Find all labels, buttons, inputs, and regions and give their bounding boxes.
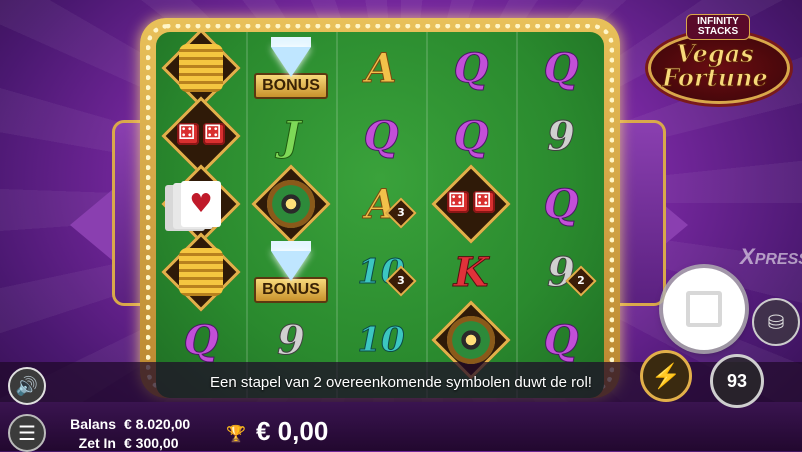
reel-symbol-dice	[156, 96, 246, 176]
logo-title: Vegas Fortune	[662, 39, 769, 92]
reel-symbol-dice	[426, 164, 516, 244]
symbol-letter: 9	[277, 316, 306, 364]
bet-value[interactable]: € 300,00	[124, 435, 179, 451]
dice-icon	[445, 186, 497, 223]
lightning-icon: ⚡	[651, 362, 681, 390]
symbol-letter: Q	[543, 44, 579, 92]
reel-grid: ♥QBONUSJBONUS9AQA310310QQKQ9Q92Q	[156, 32, 604, 398]
symbol-letter: Q	[453, 44, 489, 92]
reel-symbol-j: J	[246, 104, 336, 168]
stack-count: 3	[397, 274, 405, 287]
bonus-symbol: BONUS	[254, 241, 328, 303]
reel-symbol-9: 92	[516, 240, 604, 304]
roulette-wheel-icon	[267, 180, 315, 228]
reel-symbol-a: A	[336, 36, 426, 100]
autoplay-count: 93	[726, 370, 748, 391]
symbol-letter: K	[453, 248, 489, 296]
bet-label: Zet In	[78, 435, 116, 451]
coin-stack-icon: ⛁	[767, 311, 785, 334]
symbol-letter: Q	[183, 316, 219, 364]
reel-symbol-q: Q	[516, 36, 604, 100]
reel-symbol-coins	[156, 32, 246, 108]
bet-settings-button[interactable]: ⛁	[752, 298, 800, 346]
stack-count: 2	[577, 274, 585, 287]
stop-icon	[686, 291, 722, 327]
reel-symbol-roulette	[246, 164, 336, 244]
symbol-letter: 10	[357, 320, 405, 361]
balance-value: € 8.020,00	[124, 416, 191, 432]
xpress-label: PRESS	[754, 251, 802, 268]
symbol-letter: Q	[453, 112, 489, 160]
diamond-gem-icon	[271, 241, 311, 251]
diamond-gem-icon	[271, 251, 311, 281]
sound-button[interactable]: 🔊	[8, 367, 46, 405]
reel-symbol-cards: ♥	[156, 164, 246, 244]
bottom-bar	[0, 402, 802, 451]
reel-symbol-bonus: BONUS	[246, 36, 336, 100]
trophy-icon: 🏆	[226, 426, 246, 443]
win-amount: € 0,00	[256, 416, 329, 446]
coins-icon	[179, 248, 223, 296]
symbol-letter: Q	[363, 112, 399, 160]
left-decor-arrow	[70, 185, 118, 265]
roulette-wheel-icon	[447, 316, 495, 364]
reel-symbol-9: 9	[516, 104, 604, 168]
autoplay-button[interactable]: 93	[710, 354, 764, 408]
logo-subtitle: INFINITY STACKS	[686, 14, 750, 40]
spin-stop-button[interactable]	[663, 268, 745, 350]
symbol-letter: 9	[547, 248, 576, 296]
reel-symbol-k: K	[426, 240, 516, 304]
symbol-letter: Q	[543, 180, 579, 228]
symbol-letter: Q	[543, 316, 579, 364]
symbol-letter: 9	[547, 112, 576, 160]
game-logo: INFINITY STACKS Vegas Fortune	[640, 10, 790, 105]
reel-symbol-q: Q	[426, 36, 516, 100]
reel-symbol-10: 10 3	[336, 240, 426, 304]
reel-symbol-q: Q	[336, 104, 426, 168]
playing-cards-icon: ♥	[181, 181, 221, 227]
reel-symbol-coins	[156, 232, 246, 312]
speaker-icon: 🔊	[15, 375, 39, 396]
symbol-letter: A	[365, 44, 397, 92]
reel-symbol-q: Q	[426, 104, 516, 168]
menu-button[interactable]: ☰	[8, 414, 46, 452]
xpress-x: X	[740, 244, 755, 269]
diamond-gem-icon	[271, 37, 311, 47]
turbo-button[interactable]: ⚡	[640, 350, 692, 402]
diamond-gem-icon	[271, 47, 311, 77]
reel-symbol-a: A3	[336, 172, 426, 236]
dice-icon	[175, 118, 227, 155]
xpress-logo: XPRESS	[740, 244, 802, 270]
reel-symbol-bonus: BONUS	[246, 240, 336, 304]
hamburger-menu-icon: ☰	[18, 422, 36, 445]
coins-icon	[179, 44, 223, 92]
symbol-letter: J	[281, 112, 301, 160]
balance-label: Balans	[70, 416, 116, 432]
reel-symbol-q: Q	[516, 172, 604, 236]
stack-count: 3	[397, 206, 405, 219]
bonus-symbol: BONUS	[254, 37, 328, 99]
